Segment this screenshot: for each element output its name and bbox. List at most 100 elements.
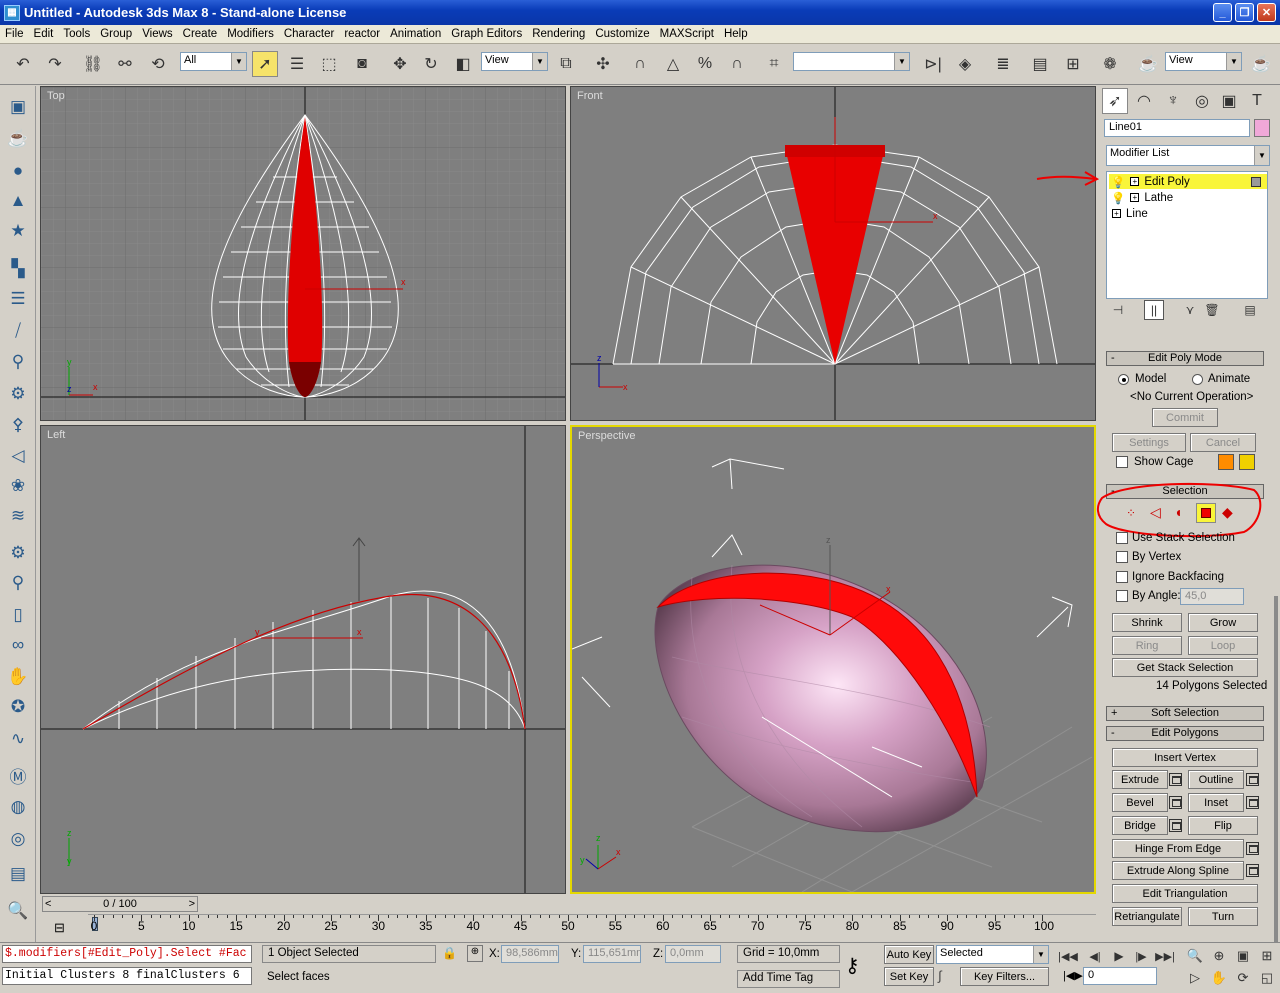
utilities-tab-icon[interactable]: T [1244, 88, 1270, 114]
stack-item-line[interactable]: + Line [1109, 206, 1267, 221]
minimize-button[interactable]: _ [1213, 3, 1232, 22]
mirror-icon[interactable]: ⊳| [920, 51, 946, 77]
menu-character[interactable]: Character [279, 28, 340, 40]
auto-key-button[interactable]: Auto Key [884, 945, 934, 964]
snaps-toggle-icon[interactable]: ∩ [627, 51, 653, 77]
use-stack-selection-checkbox[interactable] [1116, 532, 1128, 544]
polygon-mode-icon[interactable] [1196, 503, 1216, 523]
inset-button[interactable]: Inset [1188, 793, 1244, 812]
viewport-label-left[interactable]: Left [47, 429, 65, 441]
x-coordinate-field[interactable]: 98,586mm [501, 945, 559, 963]
scale-icon[interactable]: ◧ [450, 51, 476, 77]
bridge-settings-icon[interactable] [1169, 819, 1182, 832]
undo-icon[interactable]: ↶ [10, 51, 36, 77]
settings-button[interactable]: Settings [1112, 433, 1186, 452]
wave-icon[interactable]: ≋ [5, 503, 31, 529]
biped-icon[interactable]: ⚲ [5, 570, 31, 596]
box-icon[interactable]: ▣ [5, 94, 31, 120]
menu-views[interactable]: Views [137, 28, 177, 40]
set-key-button[interactable]: Set Key [884, 967, 934, 986]
gear-icon[interactable]: ⚙ [5, 381, 31, 407]
lock-icon[interactable]: 🔒 [442, 946, 457, 960]
hinge-settings-icon[interactable] [1246, 842, 1259, 855]
stack-item-lathe[interactable]: 💡 + Lathe [1109, 190, 1267, 205]
percent-snap-icon[interactable]: % [692, 51, 718, 77]
select-object-icon[interactable]: ➚ [252, 51, 278, 77]
menu-maxscript[interactable]: MAXScript [655, 28, 719, 40]
cancel-button[interactable]: Cancel [1190, 433, 1256, 452]
fov-icon[interactable]: ▷ [1182, 965, 1208, 991]
maxscript-mini-listener-output[interactable]: Initial Clusters 8 finalClusters 6 [2, 967, 252, 985]
mtm-icon[interactable]: Ⓜ [5, 762, 31, 788]
cylinder-icon[interactable]: ☰ [5, 286, 31, 312]
viewport-front[interactable]: x z x Front [570, 86, 1096, 421]
render-view-dropdown[interactable]: View ▼ [1165, 52, 1242, 71]
pivot-center-icon[interactable]: ⧉ [553, 51, 579, 77]
show-cage-checkbox[interactable] [1116, 456, 1128, 468]
edit-triangulation-button[interactable]: Edit Triangulation [1112, 884, 1258, 903]
maxscript-mini-listener-input[interactable]: $.modifiers[#Edit_Poly].Select #Fac [2, 945, 252, 963]
spinner-snap-icon[interactable]: ∩ [724, 51, 750, 77]
panel-scrollbar[interactable] [1274, 596, 1278, 942]
time-slider[interactable]: < 0 / 100 > [42, 896, 198, 912]
viewport-perspective[interactable]: z x z x y Perspective [570, 425, 1096, 894]
soft-selection-rollout[interactable]: + Soft Selection [1106, 706, 1264, 721]
prev-frame-icon[interactable]: ◀| [1082, 943, 1108, 969]
ring-button[interactable]: Ring [1112, 636, 1182, 655]
menu-reactor[interactable]: reactor [339, 28, 385, 40]
rotate-icon[interactable]: ↻ [418, 51, 444, 77]
menu-help[interactable]: Help [719, 28, 753, 40]
menu-create[interactable]: Create [178, 28, 223, 40]
vertex-mode-icon[interactable]: ⁘ [1126, 506, 1136, 520]
fish-icon[interactable]: ◁ [5, 443, 31, 469]
schematic-view-icon[interactable]: ⊞ [1060, 51, 1086, 77]
pan-icon[interactable]: ✋ [1206, 965, 1232, 991]
bevel-settings-icon[interactable] [1169, 796, 1182, 809]
hierarchy-tab-icon[interactable]: ♆ [1160, 88, 1186, 114]
checker-icon[interactable]: ▚ [5, 256, 31, 282]
display-tab-icon[interactable]: ▣ [1216, 88, 1242, 114]
key-filters-button[interactable]: Key Filters... [960, 967, 1049, 986]
menu-graph-editors[interactable]: Graph Editors [446, 28, 527, 40]
curve-editor-icon[interactable]: ▤ [1027, 51, 1053, 77]
modifier-list-dropdown[interactable]: Modifier List ▼ [1106, 145, 1270, 166]
rope-icon[interactable]: ∿ [5, 726, 31, 752]
arc-rotate-icon[interactable]: ⟳ [1230, 965, 1256, 991]
move-icon[interactable]: ✥ [387, 51, 413, 77]
link-icon[interactable]: ∞ [5, 632, 31, 658]
outline-button[interactable]: Outline [1188, 770, 1244, 789]
star-icon[interactable]: ★ [5, 218, 31, 244]
tube-icon[interactable]: ⧸ [5, 318, 31, 344]
configure-sets-icon[interactable]: ▤ [1240, 300, 1260, 320]
unlink-icon[interactable]: ⚯ [112, 51, 138, 77]
current-frame-field[interactable]: 0 [1083, 967, 1157, 985]
named-selection-dropdown[interactable]: ▼ [793, 52, 910, 71]
align-icon[interactable]: ◈ [952, 51, 978, 77]
motion-tab-icon[interactable]: ◎ [1189, 88, 1215, 114]
ignore-backfacing-checkbox[interactable] [1116, 571, 1128, 583]
hinge-from-edge-button[interactable]: Hinge From Edge [1112, 839, 1244, 858]
expand-icon[interactable]: + [1112, 209, 1121, 218]
menu-group[interactable]: Group [95, 28, 137, 40]
next-frame-icon[interactable]: |▶ [1128, 943, 1154, 969]
by-vertex-checkbox[interactable] [1116, 551, 1128, 563]
retriangulate-button[interactable]: Retriangulate [1112, 907, 1182, 926]
angle-snap-icon[interactable]: △ [660, 51, 686, 77]
viewport-left[interactable]: y x z y Left [40, 425, 566, 894]
menu-tools[interactable]: Tools [58, 28, 95, 40]
commit-button[interactable]: Commit [1152, 408, 1218, 427]
mini-curve-icon[interactable]: ⊟ [54, 920, 65, 936]
menu-customize[interactable]: Customize [590, 28, 654, 40]
ball-icon[interactable]: ◍ [5, 794, 31, 820]
extrude-settings-icon[interactable] [1169, 773, 1182, 786]
by-angle-checkbox[interactable] [1116, 590, 1128, 602]
animate-radio[interactable] [1192, 374, 1203, 385]
model-radio[interactable] [1118, 374, 1129, 385]
bone-icon[interactable]: ⚙ [5, 540, 31, 566]
viewport-label-front[interactable]: Front [577, 90, 603, 102]
slider-left-arrow[interactable]: < [45, 897, 51, 911]
object-color-swatch[interactable] [1254, 119, 1270, 137]
wheel-icon[interactable]: ✪ [5, 694, 31, 720]
redo-icon[interactable]: ↷ [42, 51, 68, 77]
cage-color-swatch[interactable] [1218, 454, 1234, 470]
